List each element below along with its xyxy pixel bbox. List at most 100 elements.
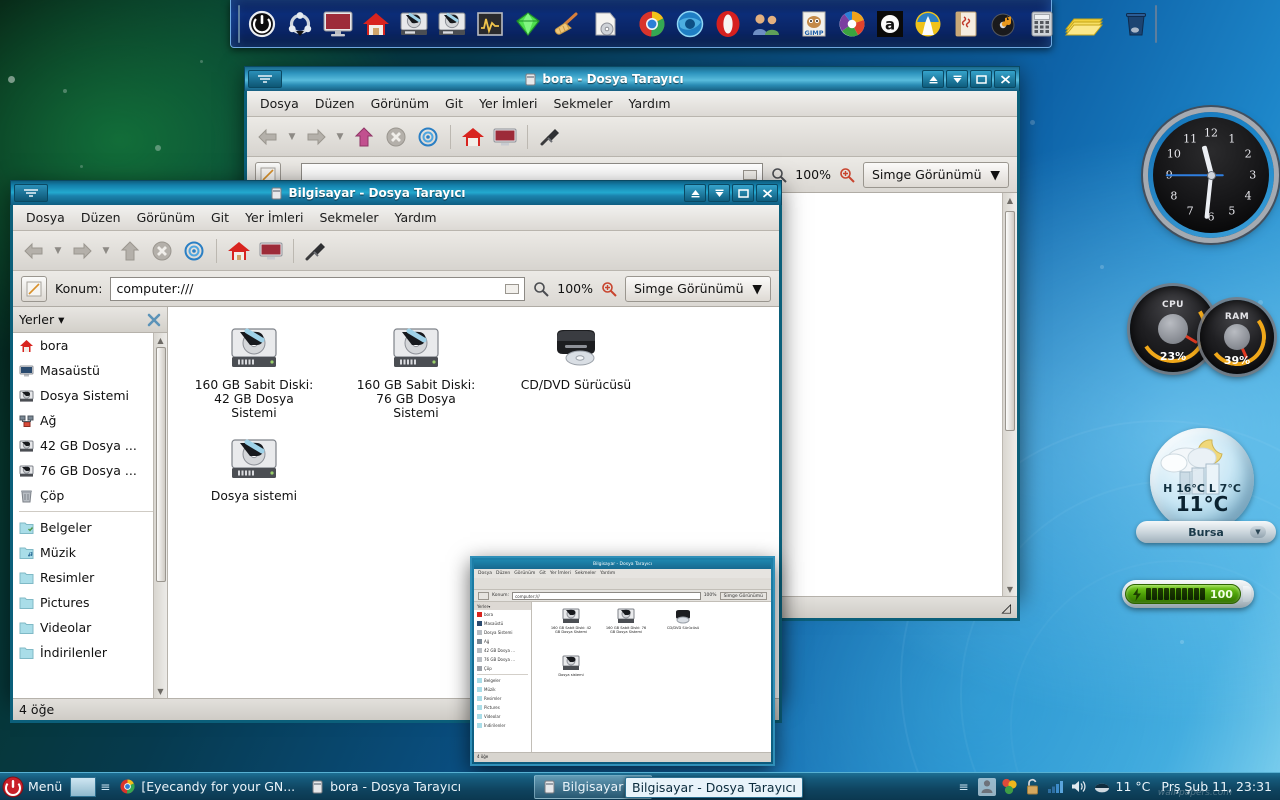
menu-gorunum[interactable]: Görünüm [364, 93, 436, 114]
close-icon[interactable] [147, 313, 161, 327]
music-disc-icon[interactable] [986, 5, 1022, 43]
minimize-button[interactable] [946, 70, 968, 88]
sidebar-item-resimler[interactable]: Resimler [13, 565, 167, 590]
system-monitor-gadget[interactable]: CPU 23% RAM 39% [1128, 278, 1278, 398]
menu-git[interactable]: Git [438, 93, 470, 114]
places-header[interactable]: Yerler ▾ [13, 307, 167, 333]
file-item[interactable]: CD/DVD Sürücüsü [514, 325, 638, 420]
home-button[interactable] [224, 236, 254, 266]
background-window-titlebar[interactable]: bora - Dosya Tarayıcı [244, 66, 1020, 91]
home-folder-icon[interactable] [358, 5, 394, 43]
harddisk-icon[interactable] [434, 5, 470, 43]
up-button[interactable] [115, 236, 145, 266]
sidebar-item-cop[interactable]: Çöp [13, 483, 167, 508]
background-menubar[interactable]: Dosya Düzen Görünüm Git Yer İmleri Sekme… [247, 91, 1017, 117]
top-dock[interactable]: GIMP a [230, 0, 1157, 48]
browser-globe-icon[interactable] [672, 5, 708, 43]
menu-yardim[interactable]: Yardım [388, 207, 444, 228]
scroll-down-arrow-icon[interactable]: ▼ [154, 684, 168, 698]
main-window-titlebar[interactable]: Bilgisayar - Dosya Tarayıcı [10, 180, 782, 205]
workspace-pager[interactable] [70, 776, 97, 797]
back-history-caret-icon[interactable]: ▼ [51, 236, 65, 266]
window-menu-button[interactable] [14, 184, 48, 202]
forward-button[interactable] [301, 122, 331, 152]
forward-history-caret-icon[interactable]: ▼ [333, 122, 347, 152]
unlock-icon[interactable] [1024, 778, 1042, 796]
forward-button[interactable] [67, 236, 97, 266]
dock-handle-right[interactable] [1155, 4, 1157, 43]
picasa-icon[interactable] [834, 5, 870, 43]
sidebar-scrollbar[interactable]: ▲ ▼ [153, 333, 167, 698]
power-icon[interactable] [244, 5, 280, 43]
dock-handle-left[interactable] [238, 4, 240, 43]
menu-git[interactable]: Git [204, 207, 236, 228]
sidebar-item-indirilenler[interactable]: İndirilenler [13, 640, 167, 665]
weather-city-bar[interactable]: Bursa ▼ [1136, 521, 1276, 543]
home-button[interactable] [458, 122, 488, 152]
file-item[interactable]: Dosya sistemi [192, 436, 316, 503]
broom-icon[interactable] [548, 5, 584, 43]
menu-sekmeler[interactable]: Sekmeler [546, 93, 619, 114]
zoom-in-icon[interactable] [839, 167, 855, 183]
background-vertical-scrollbar[interactable]: ▲ ▼ [1002, 193, 1017, 596]
menu-label[interactable]: Menü [26, 779, 68, 794]
sidebar-item-masaustu[interactable]: Masaüstü [13, 358, 167, 383]
stop-button[interactable] [381, 122, 411, 152]
view-mode-combo[interactable]: Simge Görünümü ▼ [625, 275, 771, 302]
menu-duzen[interactable]: Düzen [308, 93, 362, 114]
sidebar-item-bora[interactable]: bora [13, 333, 167, 358]
location-input[interactable]: computer:/// [110, 276, 526, 301]
places-sidebar[interactable]: Yerler ▾ bora Masaüstü Dosya Sistemi Ağ … [13, 307, 168, 698]
harddisk-icon[interactable] [396, 5, 432, 43]
menu-sekmeler[interactable]: Sekmeler [312, 207, 385, 228]
search-button[interactable] [301, 236, 331, 266]
ubuntu-icon[interactable] [282, 5, 318, 43]
menu-dosya[interactable]: Dosya [19, 207, 72, 228]
back-button[interactable] [253, 122, 283, 152]
forward-history-caret-icon[interactable]: ▼ [99, 236, 113, 266]
maximize-button[interactable] [970, 70, 992, 88]
background-toolbar[interactable]: ▼ ▼ [247, 117, 1017, 157]
scroll-up-arrow-icon[interactable]: ▲ [154, 333, 168, 347]
file-item[interactable]: 160 GB Sabit Diski: 42 GB Dosya Sistemi [192, 325, 316, 420]
main-location-bar[interactable]: Konum: computer:/// 100% Simge Görünümü … [13, 271, 779, 307]
sidebar-item-belgeler[interactable]: Belgeler [13, 515, 167, 540]
main-window-buttons[interactable] [684, 184, 778, 202]
menu-gorunum[interactable]: Görünüm [130, 207, 202, 228]
taskbar-handle-icon[interactable]: ≡ [98, 780, 112, 794]
calculator-icon[interactable] [1024, 5, 1060, 43]
sidebar-scroll-thumb[interactable] [155, 347, 166, 582]
update-icon[interactable] [1001, 778, 1019, 796]
background-view-mode-combo[interactable]: Simge Görünümü ▼ [863, 161, 1009, 188]
back-button[interactable] [19, 236, 49, 266]
gem-icon[interactable] [510, 5, 546, 43]
minimize-button[interactable] [708, 184, 730, 202]
background-scroll-thumb[interactable] [1005, 211, 1015, 431]
chrome-icon[interactable] [634, 5, 670, 43]
menu-dosya[interactable]: Dosya [253, 93, 306, 114]
back-history-caret-icon[interactable]: ▼ [285, 122, 299, 152]
weather-gadget[interactable]: H 16°C L 7°C 11°C Bursa ▼ [1136, 428, 1276, 543]
scroll-up-arrow-icon[interactable]: ▲ [1003, 193, 1017, 207]
menu-button[interactable] [0, 774, 26, 800]
system-monitor-icon[interactable] [472, 5, 508, 43]
audacity-icon[interactable] [910, 5, 946, 43]
file-item[interactable]: 160 GB Sabit Diski: 76 GB Dosya Sistemi [354, 325, 478, 420]
search-button[interactable] [535, 122, 565, 152]
menu-yer-imleri[interactable]: Yer İmleri [472, 93, 544, 114]
weather-tray-icon[interactable] [1093, 778, 1111, 796]
menu-handle-icon[interactable]: ≡ [955, 778, 973, 796]
background-window-buttons[interactable] [922, 70, 1016, 88]
folder-stack-icon[interactable] [1062, 5, 1106, 43]
main-toolbar[interactable]: ▼ ▼ [13, 231, 779, 271]
zoom-in-icon[interactable] [601, 281, 617, 297]
notes-icon[interactable] [948, 5, 984, 43]
sidebar-item-ag[interactable]: Ağ [13, 408, 167, 433]
sidebar-item-pictures[interactable]: Pictures [13, 590, 167, 615]
window-menu-button[interactable] [248, 70, 282, 88]
menu-yer-imleri[interactable]: Yer İmleri [238, 207, 310, 228]
users-icon[interactable] [748, 5, 784, 43]
task-button-chrome[interactable]: [Eyecandy for your GN... [112, 775, 303, 799]
close-button[interactable] [994, 70, 1016, 88]
sidebar-item-videolar[interactable]: Videolar [13, 615, 167, 640]
